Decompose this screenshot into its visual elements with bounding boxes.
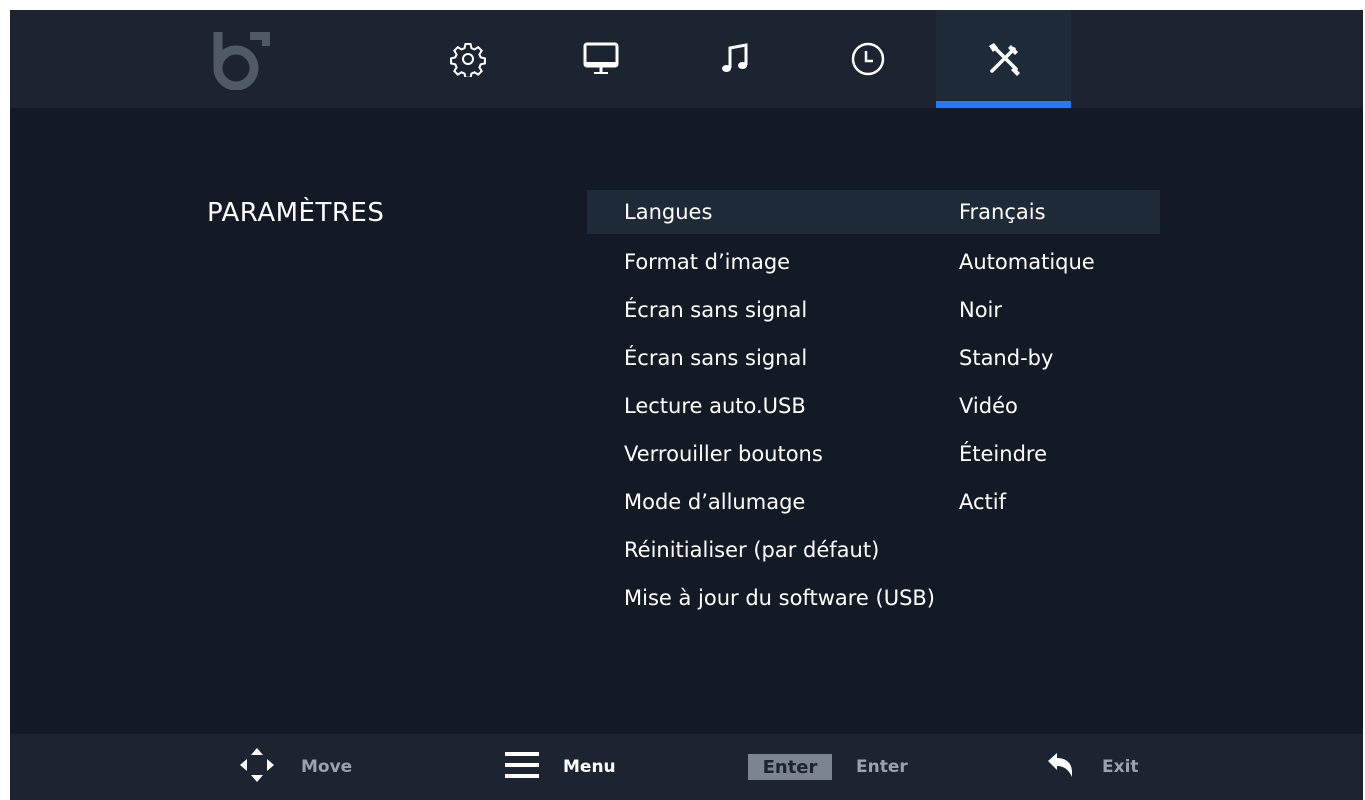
hint-menu: Menu (505, 734, 616, 800)
menu-item-value: Vidéo (959, 394, 1018, 418)
brand-logo (210, 30, 274, 91)
menu-item-factory-reset[interactable]: Réinitialiser (par défaut) (587, 526, 1160, 574)
hint-move: Move (238, 734, 352, 800)
clock-icon (850, 41, 886, 77)
music-note-icon (717, 41, 753, 77)
menu-item-key-lock[interactable]: Verrouiller boutons Éteindre (587, 430, 1160, 478)
tv-screen: PARAMÈTRES Langues Français Format d’ima… (10, 10, 1363, 800)
menu-item-value: Automatique (959, 250, 1095, 274)
menu-item-label: Mode d’allumage (624, 490, 806, 514)
menu-item-no-signal-screen[interactable]: Écran sans signal Noir (587, 286, 1160, 334)
menu-item-aspect-ratio[interactable]: Format d’image Automatique (587, 238, 1160, 286)
menu-item-label: Verrouiller boutons (624, 442, 823, 466)
hamburger-menu-icon (505, 750, 539, 784)
settings-menu: Langues Français Format d’image Automati… (587, 190, 1160, 622)
tab-sound[interactable] (667, 10, 802, 108)
enter-key-badge: Enter (748, 754, 832, 780)
menu-item-label: Réinitialiser (par défaut) (624, 538, 880, 562)
menu-item-value: Éteindre (959, 442, 1047, 466)
menu-item-software-update[interactable]: Mise à jour du software (USB) (587, 574, 1160, 622)
dpad-arrows-icon (238, 746, 276, 788)
menu-item-power-on-mode[interactable]: Mode d’allumage Actif (587, 478, 1160, 526)
menu-item-language[interactable]: Langues Français (587, 190, 1160, 234)
tab-settings[interactable] (400, 10, 535, 108)
tools-icon (984, 39, 1024, 79)
menu-item-value: Stand-by (959, 346, 1054, 370)
hint-exit: Exit (1046, 734, 1139, 800)
menu-item-no-signal-standby[interactable]: Écran sans signal Stand-by (587, 334, 1160, 382)
menu-item-usb-autoplay[interactable]: Lecture auto.USB Vidéo (587, 382, 1160, 430)
back-arrow-icon (1046, 750, 1076, 784)
top-navigation-bar (10, 10, 1363, 108)
menu-item-label: Format d’image (624, 250, 791, 274)
gear-icon (449, 41, 486, 77)
hint-menu-label: Menu (563, 757, 616, 777)
menu-item-value: Français (959, 200, 1046, 224)
tab-time[interactable] (800, 10, 935, 108)
menu-item-label: Mise à jour du software (USB) (624, 586, 936, 610)
hint-move-label: Move (301, 757, 353, 777)
hint-exit-label: Exit (1102, 757, 1139, 777)
monitor-icon (582, 40, 620, 78)
menu-item-label: Langues (624, 200, 713, 224)
menu-item-label: Lecture auto.USB (624, 394, 806, 418)
menu-item-label: Écran sans signal (624, 298, 808, 322)
tab-picture[interactable] (533, 10, 668, 108)
menu-item-value: Actif (959, 490, 1007, 514)
key-hint-bar: Move Menu Enter Enter Exit (10, 734, 1363, 800)
menu-item-label: Écran sans signal (624, 346, 808, 370)
hint-enter-label: Enter (856, 757, 908, 777)
tab-setup[interactable] (936, 10, 1071, 108)
menu-item-value: Noir (959, 298, 1003, 322)
hint-enter: Enter Enter (748, 734, 908, 800)
page-title: PARAMÈTRES (207, 198, 385, 228)
